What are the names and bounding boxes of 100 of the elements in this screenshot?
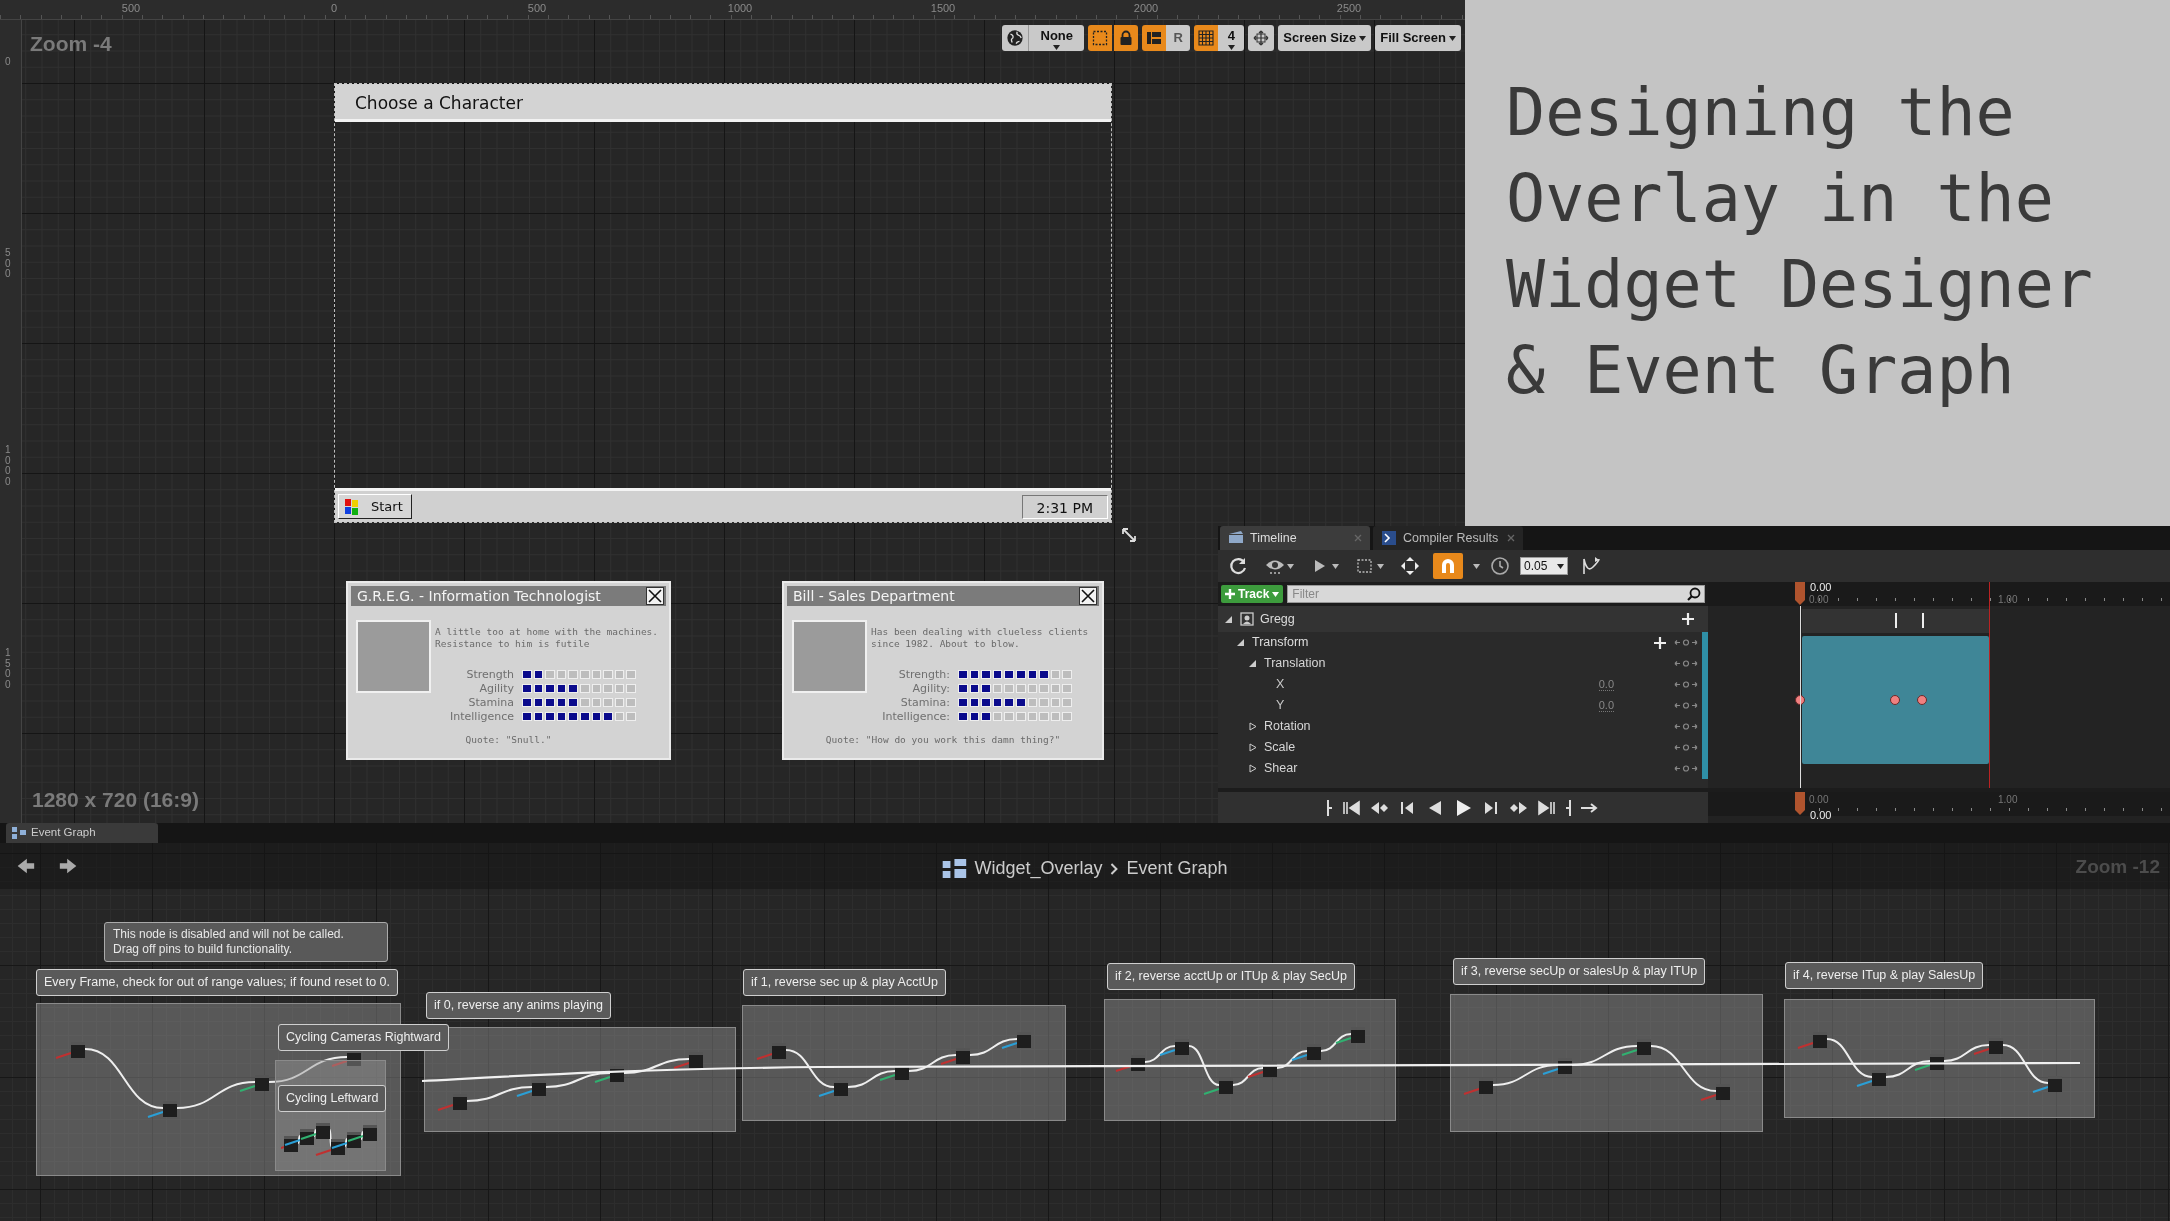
graph-icon — [12, 827, 26, 839]
expanded-arrow-icon[interactable] — [1224, 614, 1233, 624]
terminal-icon — [1381, 530, 1397, 546]
graph-node[interactable] — [1479, 1078, 1493, 1094]
graph-node[interactable] — [1351, 1027, 1365, 1043]
snap-toggle[interactable] — [1433, 553, 1463, 579]
panel-tab[interactable]: Compiler Results — [1373, 526, 1523, 550]
playhead-handle-icon[interactable] — [1794, 582, 1806, 606]
graph-node[interactable] — [363, 1125, 377, 1141]
track-row[interactable]: Transform — [1218, 632, 1708, 653]
resize-handle-icon[interactable] — [1121, 527, 1137, 543]
keyframes-drawing[interactable] — [1794, 694, 1929, 706]
graph-node[interactable] — [1637, 1039, 1651, 1055]
graph-tab[interactable]: Event Graph — [6, 823, 158, 843]
pin-wire — [879, 1074, 896, 1081]
close-button[interactable] — [1079, 587, 1097, 605]
resolution-label: 1280 x 720 (16:9) — [32, 787, 199, 813]
snap-value-dropdown[interactable]: 0.05 — [1520, 557, 1568, 575]
outline-toggle[interactable] — [1142, 25, 1167, 51]
location-dropdown[interactable]: None — [1028, 25, 1085, 51]
caret-icon — [1287, 563, 1294, 569]
resize-mode-button[interactable] — [1248, 25, 1275, 51]
collapsed-arrow-icon[interactable] — [1248, 764, 1257, 773]
pin-wire — [673, 1062, 690, 1069]
wire — [1320, 1033, 1352, 1052]
key-navigation-icon[interactable] — [1674, 743, 1698, 752]
caret-icon — [1449, 35, 1456, 41]
plus-icon[interactable] — [1682, 613, 1694, 625]
key-navigation-icon[interactable] — [1674, 680, 1698, 689]
filter-field[interactable]: Filter — [1287, 585, 1705, 603]
collapsed-arrow-icon[interactable] — [1248, 743, 1257, 752]
graph-node[interactable] — [2048, 1076, 2062, 1092]
value-field[interactable]: 0.0 — [1598, 678, 1614, 691]
track-row[interactable]: Shear — [1218, 758, 1708, 779]
r-toggle[interactable]: R — [1166, 25, 1191, 51]
close-button[interactable] — [646, 587, 664, 605]
graph-node[interactable] — [956, 1048, 970, 1064]
grid-snap-toggle[interactable] — [1194, 25, 1219, 51]
graph-node[interactable] — [1813, 1032, 1827, 1048]
value-field[interactable]: 0.0 — [1598, 699, 1614, 712]
graph-node[interactable] — [71, 1042, 85, 1058]
plus-icon[interactable] — [1654, 636, 1666, 649]
key-navigation-icon[interactable] — [1674, 764, 1698, 773]
safe-zone-toggle[interactable] — [1088, 25, 1113, 51]
graph-node[interactable] — [316, 1123, 330, 1139]
track-row[interactable]: Translation — [1218, 653, 1708, 674]
key-navigation-icon[interactable] — [1674, 659, 1698, 668]
graph-node[interactable] — [689, 1052, 703, 1068]
key-navigation-icon[interactable] — [1674, 722, 1698, 731]
comment-label: Every Frame, check for out of range values; if found reset to 0. — [36, 969, 398, 996]
graph-node[interactable] — [1989, 1038, 2003, 1054]
expanded-arrow-icon[interactable] — [1236, 638, 1245, 647]
breadcrumb-link[interactable]: Event Graph — [1126, 855, 1228, 882]
screen-size-dropdown[interactable]: Screen Size — [1278, 25, 1372, 51]
four-arrows-icon — [1400, 556, 1420, 576]
pin-wire — [437, 1104, 454, 1111]
track-row[interactable]: Y 0.0 — [1218, 695, 1708, 716]
panel-tab[interactable]: Timeline — [1220, 526, 1370, 550]
graph-node[interactable] — [1716, 1084, 1730, 1100]
graph-node[interactable] — [453, 1094, 467, 1110]
pin-wire — [331, 1060, 348, 1067]
track-row[interactable]: Rotation — [1218, 716, 1708, 737]
graph-node[interactable] — [834, 1080, 848, 1096]
lock-toggle[interactable] — [1114, 25, 1139, 51]
pin-wire — [239, 1085, 256, 1092]
wire — [623, 1058, 690, 1074]
playback-button[interactable] — [1563, 799, 1573, 816]
time-label: 0.00 — [1809, 794, 1829, 805]
pin-wire — [1159, 1049, 1176, 1056]
search-icon[interactable] — [1687, 587, 1701, 601]
graph-node[interactable] — [1219, 1078, 1233, 1094]
key-navigation-icon[interactable] — [1674, 638, 1698, 647]
pin-wire — [55, 1052, 72, 1059]
graph-node[interactable] — [1175, 1039, 1189, 1055]
playhead-handle-icon[interactable] — [1794, 792, 1806, 816]
caret-icon — [1332, 563, 1339, 569]
grid-size-dropdown[interactable]: 4 — [1218, 25, 1245, 51]
collapsed-arrow-icon[interactable] — [1248, 722, 1257, 731]
pin-wire — [1856, 1080, 1873, 1087]
world-button[interactable] — [1002, 25, 1029, 51]
key-navigation-icon[interactable] — [1674, 701, 1698, 710]
comment-label: if 2, reverse acctUp or ITUp & play SecUp — [1107, 963, 1356, 990]
playback-button[interactable] — [1325, 799, 1335, 816]
track-row[interactable]: Scale — [1218, 737, 1708, 758]
graph-node[interactable] — [1307, 1044, 1321, 1060]
breadcrumb-link[interactable]: Widget_Overlay — [974, 855, 1103, 882]
graph-node[interactable] — [163, 1101, 177, 1117]
expanded-arrow-icon[interactable] — [1248, 659, 1257, 668]
graph-node[interactable] — [1017, 1032, 1031, 1048]
graph-node[interactable] — [772, 1043, 786, 1059]
graph-node[interactable] — [255, 1075, 269, 1091]
close-icon[interactable] — [1507, 534, 1515, 542]
fill-screen-dropdown[interactable]: Fill Screen — [1375, 25, 1461, 51]
graph-node[interactable] — [1872, 1070, 1886, 1086]
playhead-time: 0.00 — [1810, 581, 1832, 593]
caret-icon — [1473, 563, 1480, 569]
stat-label: Stamina: — [899, 697, 950, 708]
graph-node[interactable] — [532, 1080, 546, 1096]
start-button[interactable]: Start — [338, 494, 412, 519]
track-row[interactable]: X 0.0 — [1218, 674, 1708, 695]
